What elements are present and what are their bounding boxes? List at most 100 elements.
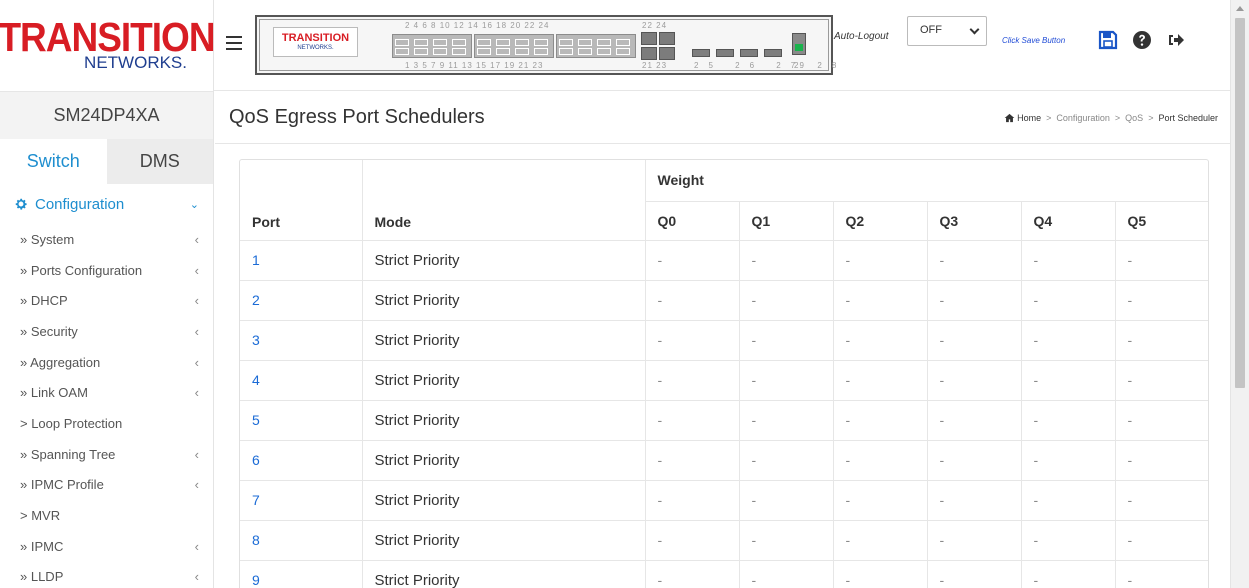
weight-cell-q3: - <box>927 479 1022 520</box>
uplink-port-27[interactable] <box>740 49 758 57</box>
panel-logo-sub: NETWORKS. <box>297 45 334 51</box>
table-row: 8 Strict Priority - - - - - - <box>240 519 1208 560</box>
device-name: SM24DP4XA <box>0 91 213 139</box>
auto-logout-value: OFF <box>920 24 942 36</box>
sfp-port-22[interactable] <box>641 32 657 45</box>
menu-item-ports-configuration[interactable]: » Ports Configuration ‹ <box>0 255 213 286</box>
menu-item-dhcp[interactable]: » DHCP ‹ <box>0 285 213 316</box>
weight-cell-q2: - <box>833 559 928 588</box>
sfp-numbers-bottom: 21 23 <box>642 61 668 70</box>
breadcrumb-configuration[interactable]: Configuration <box>1056 113 1110 123</box>
save-hint: Click Save Button <box>1002 36 1066 45</box>
weight-cell-q3: - <box>927 439 1022 480</box>
port-link[interactable]: 3 <box>252 332 260 348</box>
main-content: QoS Egress Port Schedulers Home > Config… <box>215 92 1230 588</box>
help-icon[interactable] <box>1132 30 1152 50</box>
hamburger-menu-icon[interactable] <box>226 36 242 50</box>
port-cell: 6 <box>240 439 363 480</box>
uplink-port-26[interactable] <box>716 49 734 57</box>
tab-switch[interactable]: Switch <box>0 139 107 184</box>
weight-cell-q1: - <box>739 239 834 280</box>
menu-item-label: » Link OAM <box>20 385 88 401</box>
port-link[interactable]: 9 <box>252 572 260 588</box>
menu-item-loop-protection[interactable]: > Loop Protection <box>0 408 213 439</box>
menu-item-label: » IPMC Profile <box>20 477 104 493</box>
chevron-left-icon: ‹ <box>194 446 199 462</box>
table-row: 6 Strict Priority - - - - - - <box>240 439 1208 480</box>
uplink-port-28[interactable] <box>764 49 782 57</box>
sfp-port-24[interactable] <box>659 32 675 45</box>
mgmt-port-29[interactable] <box>792 33 806 55</box>
menu-item-mvr[interactable]: > MVR <box>0 500 213 531</box>
menu-item-ipmc[interactable]: » IPMC ‹ <box>0 531 213 562</box>
weight-cell-q2: - <box>833 319 928 360</box>
menu-item-aggregation[interactable]: » Aggregation ‹ <box>0 347 213 378</box>
uplink-port-25[interactable] <box>692 49 710 57</box>
sfp-port-21[interactable] <box>641 47 657 60</box>
port-cell: 9 <box>240 559 363 588</box>
table-row: 4 Strict Priority - - - - - - <box>240 359 1208 400</box>
menu-section-configuration[interactable]: Configuration ⌄ <box>0 184 213 224</box>
port-group-9-16[interactable] <box>474 34 554 58</box>
port-link[interactable]: 6 <box>252 452 260 468</box>
menu-item-lldp[interactable]: » LLDP ‹ <box>0 562 213 588</box>
logout-icon[interactable] <box>1166 30 1186 50</box>
port-numbers-bottom: 1 3 5 7 9 11 13 15 17 19 21 23 <box>405 61 544 70</box>
weight-cell-q5: - <box>1115 319 1208 360</box>
port-group-17-24[interactable] <box>556 34 636 58</box>
port-link[interactable]: 8 <box>252 532 260 548</box>
column-header-q1: Q1 <box>739 201 834 240</box>
vertical-scrollbar[interactable] <box>1230 0 1249 588</box>
port-link[interactable]: 1 <box>252 252 260 268</box>
menu-item-ipmc-profile[interactable]: » IPMC Profile ‹ <box>0 470 213 501</box>
save-icon[interactable] <box>1098 30 1118 50</box>
sfp-port-23[interactable] <box>659 47 675 60</box>
menu-item-label: » Aggregation <box>20 354 101 370</box>
weight-cell-q3: - <box>927 519 1022 560</box>
menu-item-link-oam[interactable]: » Link OAM ‹ <box>0 377 213 408</box>
chevron-down-icon: ⌄ <box>189 198 199 211</box>
brand-logo[interactable]: TRANSITION NETWORKS. <box>0 0 216 91</box>
port-numbers-top: 2 4 6 8 10 12 14 16 18 20 22 24 <box>405 21 550 30</box>
tab-dms[interactable]: DMS <box>107 139 214 184</box>
weight-cell-q4: - <box>1021 479 1116 520</box>
port-link[interactable]: 5 <box>252 412 260 428</box>
weight-cell-q4: - <box>1021 279 1116 320</box>
port-group-1-8[interactable] <box>392 34 472 58</box>
weight-cell-q2: - <box>833 439 928 480</box>
auto-logout-select[interactable]: OFF <box>907 16 987 46</box>
scroll-up-arrow-icon[interactable] <box>1236 6 1244 11</box>
port-link[interactable]: 4 <box>252 372 260 388</box>
scheduler-table: Port Mode Weight Q0 Q1 Q2 Q3 Q4 Q5 1 Strict Pr… <box>240 160 1208 588</box>
breadcrumb-qos[interactable]: QoS <box>1125 113 1143 123</box>
weight-cell-q1: - <box>739 399 834 440</box>
menu-item-spanning-tree[interactable]: » Spanning Tree ‹ <box>0 439 213 470</box>
weight-cell-q3: - <box>927 319 1022 360</box>
mode-cell: Strict Priority <box>362 519 646 560</box>
weight-cell-q5: - <box>1115 359 1208 400</box>
weight-cell-q0: - <box>645 279 740 320</box>
breadcrumb-home[interactable]: Home <box>1004 113 1041 123</box>
weight-cell-q4: - <box>1021 239 1116 280</box>
column-header-mode: Mode <box>362 160 646 240</box>
port-cell: 3 <box>240 319 363 360</box>
weight-cell-q5: - <box>1115 279 1208 320</box>
mode-cell: Strict Priority <box>362 479 646 520</box>
menu-item-system[interactable]: » System ‹ <box>0 224 213 255</box>
breadcrumb-home-label: Home <box>1017 112 1042 123</box>
weight-cell-q0: - <box>645 319 740 360</box>
scrollbar-thumb[interactable] <box>1235 18 1245 388</box>
chevron-left-icon: ‹ <box>194 569 199 585</box>
weight-cell-q4: - <box>1021 519 1116 560</box>
breadcrumb: Home > Configuration > QoS > Port Schedu… <box>1004 113 1218 123</box>
port-link[interactable]: 2 <box>252 292 260 308</box>
breadcrumb-separator: > <box>1046 112 1052 123</box>
weight-cell-q4: - <box>1021 399 1116 440</box>
weight-cell-q5: - <box>1115 479 1208 520</box>
chevron-left-icon: ‹ <box>194 354 199 370</box>
port-link[interactable]: 7 <box>252 492 260 508</box>
menu-item-security[interactable]: » Security ‹ <box>0 316 213 347</box>
weight-cell-q2: - <box>833 239 928 280</box>
weight-cell-q4: - <box>1021 559 1116 588</box>
weight-cell-q5: - <box>1115 399 1208 440</box>
